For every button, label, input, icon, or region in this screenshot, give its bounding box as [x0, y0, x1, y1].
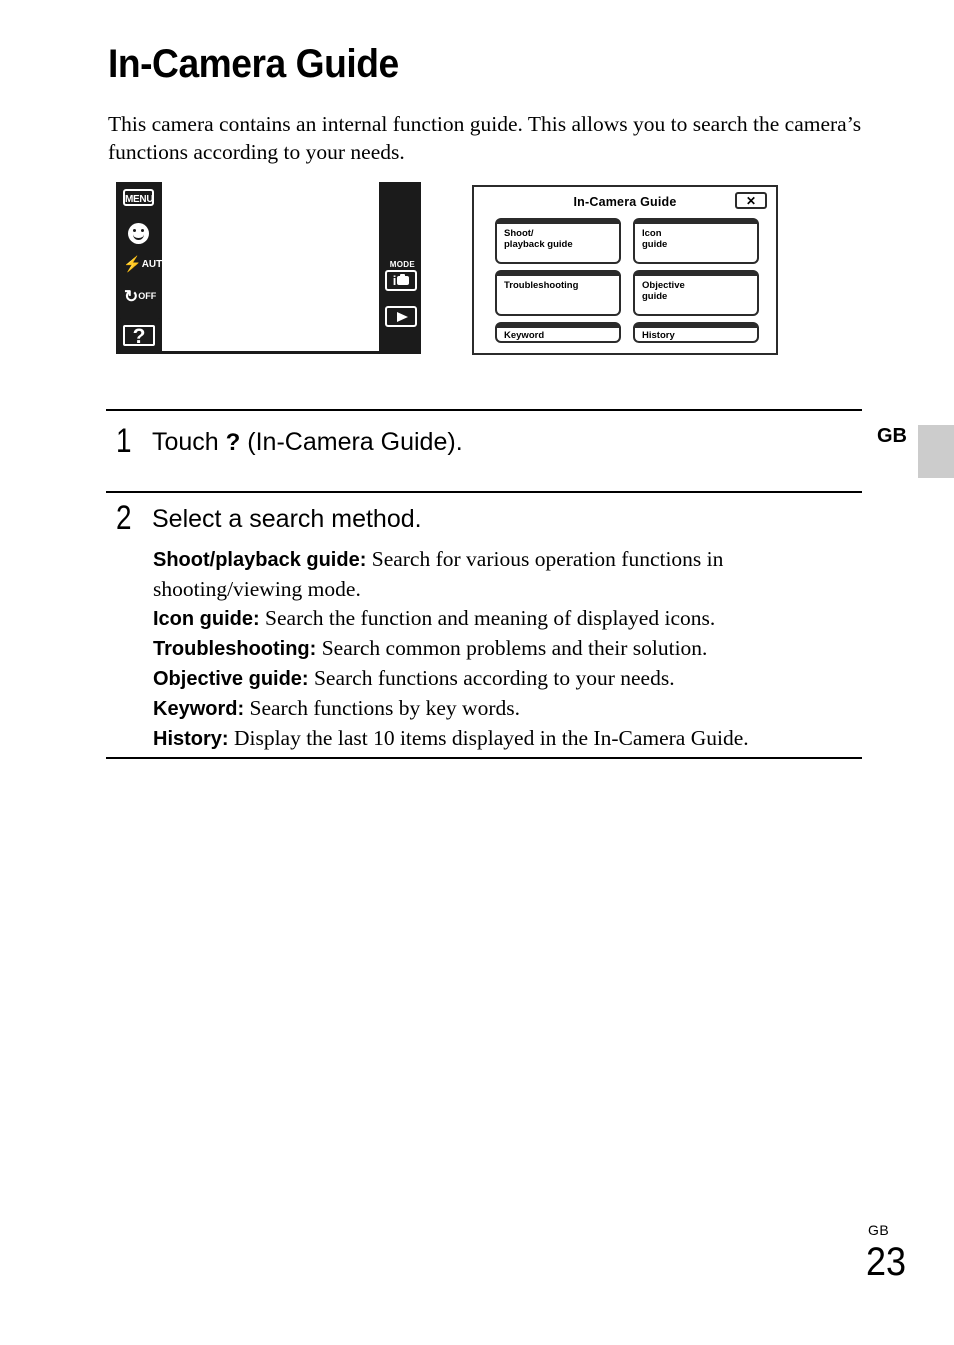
search-method-definition-list: Shoot/playback guide: Search for various…: [153, 545, 865, 754]
step-1-number: 1: [116, 422, 132, 460]
mode-label: MODE: [389, 260, 415, 269]
definition-term: Troubleshooting:: [153, 638, 317, 660]
divider-top: [106, 409, 862, 411]
dialog-button-objective-guide[interactable]: Objective guide: [633, 270, 759, 316]
page-title: In-Camera Guide: [108, 42, 399, 86]
self-timer-label: OFF: [138, 291, 157, 301]
region-tab-label: GB: [877, 425, 907, 447]
step-1-heading-prefix: Touch: [152, 428, 226, 456]
in-camera-guide-dialog: In-Camera Guide ✕ Shoot/ playback guide …: [472, 185, 778, 355]
definition-item-objective-guide: Objective guide: Search functions accord…: [153, 664, 865, 694]
definition-desc: Search functions according to your needs…: [308, 666, 675, 690]
question-mark-icon: ?: [123, 325, 155, 347]
definition-term: Shoot/playback guide:: [153, 549, 367, 571]
definition-term: Keyword:: [153, 698, 245, 720]
camera-icon: [397, 274, 410, 285]
divider-bottom: [106, 757, 862, 759]
dialog-title: In-Camera Guide: [573, 195, 677, 209]
dialog-row-3: Keyword History: [495, 322, 759, 343]
step-1-heading-suffix: (In-Camera Guide).: [240, 428, 463, 456]
question-mark-glyph: ?: [225, 429, 241, 456]
definition-item-keyword: Keyword: Search functions by key words.: [153, 694, 865, 724]
definition-item-troubleshooting: Troubleshooting: Search common problems …: [153, 634, 865, 664]
close-icon[interactable]: ✕: [735, 192, 767, 209]
flash-icon: ⚡: [123, 256, 142, 273]
definition-term: Objective guide:: [153, 668, 309, 690]
definition-item-shoot-playback-guide: Shoot/playback guide: Search for various…: [153, 545, 865, 604]
mode-button[interactable]: i: [385, 270, 417, 291]
dialog-row-2: Troubleshooting Objective guide: [495, 270, 759, 316]
definition-desc: Search functions by key words.: [244, 696, 520, 720]
divider-middle: [106, 491, 862, 493]
in-camera-guide-button[interactable]: ?: [116, 318, 162, 353]
step-2-heading: Select a search method.: [152, 505, 422, 533]
dialog-button-troubleshooting[interactable]: Troubleshooting: [495, 270, 621, 316]
dialog-button-grid: Shoot/ playback guide Icon guide Trouble…: [495, 218, 759, 349]
definition-term: Icon guide:: [153, 608, 260, 630]
intro-paragraph: This camera contains an internal functio…: [108, 112, 862, 164]
lcd-right-toolbar: MODE i: [379, 182, 421, 354]
lcd-live-view-area: [162, 182, 379, 354]
self-timer-indicator[interactable]: ↻OFF: [124, 287, 157, 306]
menu-button[interactable]: MENU: [123, 189, 154, 206]
dialog-button-keyword[interactable]: Keyword: [495, 322, 621, 343]
playback-triangle-icon: [397, 312, 408, 322]
flash-mode-label: AUTO: [141, 259, 170, 270]
lcd-bottom-rule: [162, 351, 379, 354]
self-timer-icon: ↻: [124, 287, 139, 306]
definition-item-history: History: Display the last 10 items displ…: [153, 724, 865, 754]
step-1-heading: Touch ? (In-Camera Guide).: [152, 427, 463, 458]
footer-region-label: GB: [868, 1222, 890, 1238]
playback-button[interactable]: [385, 306, 417, 327]
definition-desc: Search the function and meaning of displ…: [259, 606, 716, 630]
smile-shutter-icon[interactable]: [128, 223, 149, 244]
dialog-button-icon-guide[interactable]: Icon guide: [633, 218, 759, 264]
flash-mode-indicator[interactable]: ⚡AUTO: [123, 256, 170, 273]
definition-term: History:: [153, 728, 229, 750]
definition-desc: Search common problems and their solutio…: [316, 636, 708, 660]
definition-desc: Display the last 10 items displayed in t…: [228, 726, 749, 750]
region-tab-block: [918, 425, 954, 478]
dialog-row-1: Shoot/ playback guide Icon guide: [495, 218, 759, 264]
footer-page-number: 23: [866, 1240, 907, 1284]
definition-item-icon-guide: Icon guide: Search the function and mean…: [153, 604, 865, 634]
mode-i-text: i: [392, 273, 397, 288]
dialog-button-history[interactable]: History: [633, 322, 759, 343]
dialog-button-shoot-playback-guide[interactable]: Shoot/ playback guide: [495, 218, 621, 264]
step-2-number: 2: [116, 499, 132, 537]
camera-lcd-illustration: MENU ⚡AUTO ↻OFF MODE i ?: [116, 182, 421, 354]
